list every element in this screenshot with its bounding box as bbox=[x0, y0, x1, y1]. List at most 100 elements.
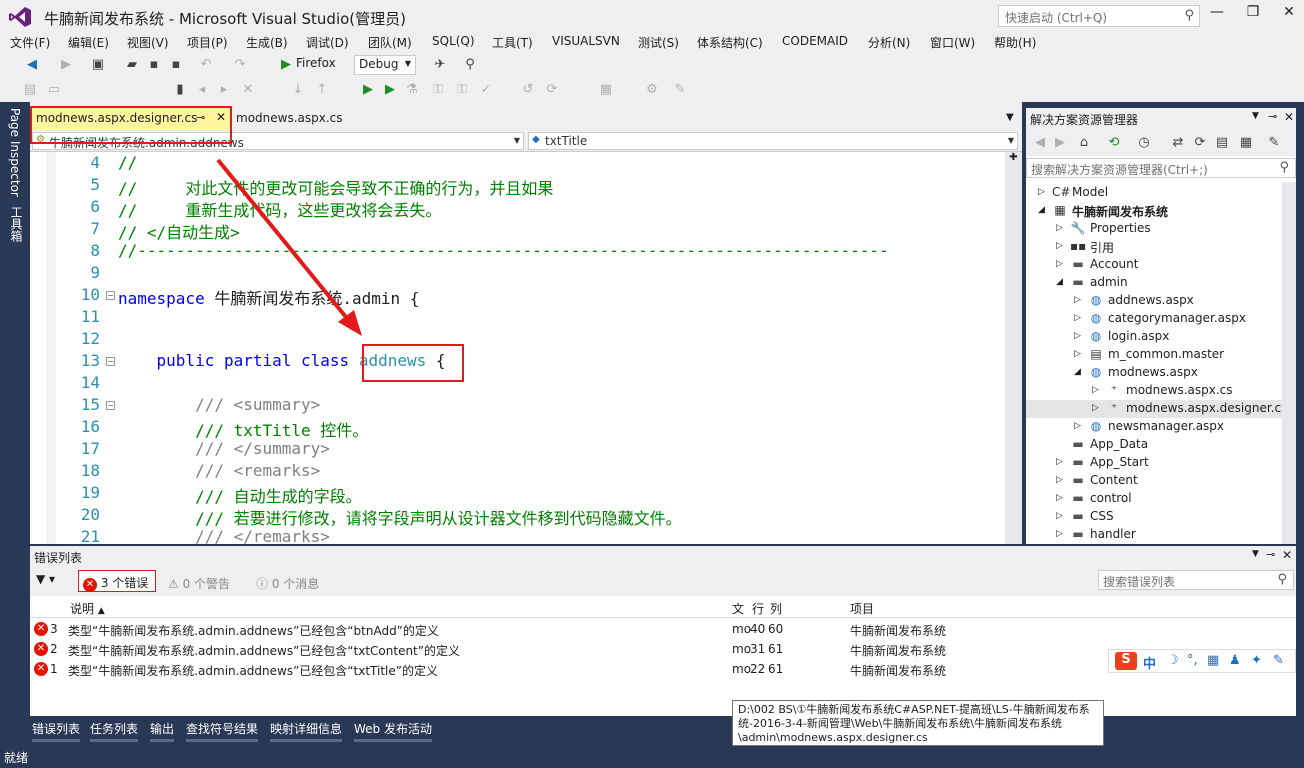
errors-toggle-button[interactable]: ✕ 3 个错误 bbox=[78, 570, 156, 592]
split-editor-icon[interactable]: ✚ bbox=[1005, 152, 1022, 166]
member-dropdown[interactable]: ◆ txtTitle ▼ bbox=[528, 132, 1018, 150]
maximize-button[interactable]: ❐ bbox=[1236, 4, 1270, 26]
lock-icon[interactable]: ⚿ bbox=[430, 82, 446, 98]
menu-help[interactable]: 帮助(H) bbox=[994, 34, 1036, 51]
unlock-icon[interactable]: ⚿ bbox=[454, 82, 470, 98]
code-line[interactable]: /// <remarks> bbox=[118, 461, 320, 480]
tree-item[interactable]: ▷ 🔧 Properties bbox=[1026, 220, 1282, 238]
error-row[interactable]: ✕ 2 类型“牛腩新闻发布系统.admin.addnews”已经包含“txtCont… bbox=[30, 640, 1296, 660]
page-inspector-tab[interactable]: Page Inspector bbox=[8, 108, 22, 197]
code-line[interactable]: namespace 牛腩新闻发布系统.admin { bbox=[118, 285, 419, 309]
skin-icon[interactable]: ✦ bbox=[1251, 653, 1262, 668]
moon-icon[interactable]: ☽ bbox=[1167, 653, 1179, 668]
fold-toggle-icon[interactable]: − bbox=[106, 357, 115, 366]
menu-sql[interactable]: SQL(Q) bbox=[432, 34, 475, 48]
config-select[interactable]: Debug ▼ bbox=[354, 55, 416, 75]
wrench-icon[interactable]: ✎ bbox=[1266, 135, 1282, 151]
settings-icon[interactable]: ⚙ bbox=[644, 82, 660, 98]
expand-arrow-icon[interactable]: ▷ bbox=[1038, 187, 1045, 197]
user-icon[interactable]: ♟ bbox=[1229, 653, 1241, 668]
tree-item[interactable]: ▷ ▬ App_Start bbox=[1026, 454, 1282, 472]
fold-toggle-icon[interactable]: − bbox=[106, 401, 115, 410]
back-icon[interactable]: ◀ bbox=[1032, 135, 1048, 151]
browser-select[interactable]: Firefox bbox=[296, 56, 336, 70]
menu-team[interactable]: 团队(M) bbox=[368, 34, 412, 51]
tree-item[interactable]: ▷ ▬ control bbox=[1026, 490, 1282, 508]
redo-icon[interactable]: ↷ bbox=[232, 57, 248, 73]
save-all-icon[interactable]: ▪ bbox=[168, 57, 184, 73]
chevron-down-icon[interactable]: ▼ bbox=[1252, 549, 1259, 559]
pending-changes-icon[interactable]: ◷ bbox=[1136, 135, 1152, 151]
tree-item[interactable]: ▷ ▪▪ 引用 bbox=[1026, 238, 1282, 256]
keyboard-icon[interactable]: ▦ bbox=[1207, 653, 1219, 668]
tree-item[interactable]: ▬ App_Data bbox=[1026, 436, 1282, 454]
revert-icon[interactable]: ↺ bbox=[520, 82, 536, 98]
menu-edit[interactable]: 编辑(E) bbox=[68, 34, 109, 51]
tree-item[interactable]: ▷ ▬ handler bbox=[1026, 526, 1282, 544]
quick-launch-input[interactable]: 快速启动 (Ctrl+Q) ⚲ bbox=[998, 5, 1200, 27]
run-all-icon[interactable]: ▶ bbox=[382, 82, 398, 98]
next-bookmark-icon[interactable]: ▸ bbox=[216, 82, 232, 98]
tab-mapping-details[interactable]: 映射详细信息 bbox=[270, 720, 343, 742]
tab-task-list[interactable]: 任务列表 bbox=[90, 720, 139, 742]
menu-project[interactable]: 项目(P) bbox=[187, 34, 228, 51]
tab-overflow-icon[interactable]: ▼ bbox=[1006, 112, 1014, 123]
menu-visualsvn[interactable]: VISUALSVN bbox=[552, 34, 620, 48]
menu-codemaid[interactable]: CODEMAID bbox=[782, 34, 848, 48]
prev-bookmark-icon[interactable]: ◂ bbox=[194, 82, 210, 98]
pin-icon[interactable]: ⊸ bbox=[1266, 548, 1275, 561]
chevron-down-icon[interactable]: ▼ bbox=[1252, 111, 1259, 121]
code-line[interactable]: /// txtTitle 控件。 bbox=[118, 417, 368, 441]
tree-item[interactable]: ▷ C# Model bbox=[1026, 184, 1282, 202]
punctuation-icon[interactable]: °, bbox=[1187, 653, 1198, 668]
code-line[interactable]: // 对此文件的更改可能会导致不正确的行为，并且如果 bbox=[118, 175, 553, 199]
expand-arrow-icon[interactable]: ▷ bbox=[1092, 403, 1099, 413]
expand-arrow-icon[interactable]: ▷ bbox=[1056, 529, 1063, 539]
expand-arrow-icon[interactable]: ▷ bbox=[1074, 349, 1081, 359]
home-icon[interactable]: ⌂ bbox=[1076, 135, 1092, 151]
back-icon[interactable]: ◀ bbox=[24, 57, 40, 73]
undo-icon[interactable]: ↶ bbox=[198, 57, 214, 73]
expand-arrow-icon[interactable]: ▷ bbox=[1074, 313, 1081, 323]
switch-view-icon[interactable]: ⟲ bbox=[1106, 135, 1122, 151]
run-icon[interactable]: ▶ bbox=[360, 82, 376, 98]
tree-item[interactable]: ▷ ▬ Content bbox=[1026, 472, 1282, 490]
error-row[interactable]: ✕ 3 类型“牛腩新闻发布系统.admin.addnews”已经包含“btnAdd”… bbox=[30, 620, 1296, 640]
code-line[interactable]: /// 若要进行修改，请将字段声明从设计器文件移到代码隐藏文件。 bbox=[118, 505, 682, 529]
tree-item[interactable]: ▷ ◍ newsmanager.aspx bbox=[1026, 418, 1282, 436]
code-line[interactable]: /// </remarks> bbox=[118, 527, 330, 546]
refresh-icon[interactable]: ⟳ bbox=[1192, 135, 1208, 151]
error-row[interactable]: ✕ 1 类型“牛腩新闻发布系统.admin.addnews”已经包含“txtTitl… bbox=[30, 660, 1296, 680]
code-line[interactable]: // </自动生成> bbox=[118, 219, 240, 243]
column-file[interactable]: 文 bbox=[732, 600, 744, 617]
arrow-up-icon[interactable]: ↑ bbox=[314, 82, 330, 98]
menu-view[interactable]: 视图(V) bbox=[127, 34, 169, 51]
collapse-arrow-icon[interactable]: ◢ bbox=[1056, 277, 1063, 287]
minimize-button[interactable]: — bbox=[1200, 4, 1234, 26]
expand-arrow-icon[interactable]: ▷ bbox=[1074, 421, 1081, 431]
tab-web-publish[interactable]: Web 发布活动 bbox=[354, 720, 432, 742]
check-icon[interactable]: ✓ bbox=[478, 82, 494, 98]
tab-output[interactable]: 输出 bbox=[150, 720, 175, 742]
code-line[interactable]: /// 自动生成的字段。 bbox=[118, 483, 362, 507]
properties-icon[interactable]: ▦ bbox=[598, 82, 614, 98]
menu-test[interactable]: 测试(S) bbox=[638, 34, 679, 51]
expand-arrow-icon[interactable]: ▷ bbox=[1056, 511, 1063, 521]
tab-find-symbol[interactable]: 查找符号结果 bbox=[186, 720, 259, 742]
tree-item[interactable]: ▷ ▬ Account bbox=[1026, 256, 1282, 274]
pin-icon[interactable]: ⊸ bbox=[1268, 110, 1277, 123]
solution-search-input[interactable]: 搜索解决方案资源管理器(Ctrl+;) ⚲ bbox=[1026, 158, 1296, 178]
column-col[interactable]: 列 bbox=[770, 600, 782, 617]
show-all-files-icon[interactable]: ▦ bbox=[1238, 135, 1254, 151]
expand-arrow-icon[interactable]: ▷ bbox=[1056, 475, 1063, 485]
filter-icon[interactable]: ▼ ▾ bbox=[36, 572, 55, 586]
pin-icon[interactable]: ✎ bbox=[672, 82, 688, 98]
forward-icon[interactable]: ▶ bbox=[58, 57, 74, 73]
menu-window[interactable]: 窗口(W) bbox=[930, 34, 975, 51]
close-icon[interactable]: ✕ bbox=[1282, 548, 1292, 562]
arrow-down-icon[interactable]: ↓ bbox=[290, 82, 306, 98]
start-debug-icon[interactable]: ▶ bbox=[278, 57, 294, 73]
refresh-icon[interactable]: ⟳ bbox=[544, 82, 560, 98]
expand-arrow-icon[interactable]: ▷ bbox=[1074, 295, 1081, 305]
test-icon[interactable]: ⚗ bbox=[404, 82, 420, 98]
